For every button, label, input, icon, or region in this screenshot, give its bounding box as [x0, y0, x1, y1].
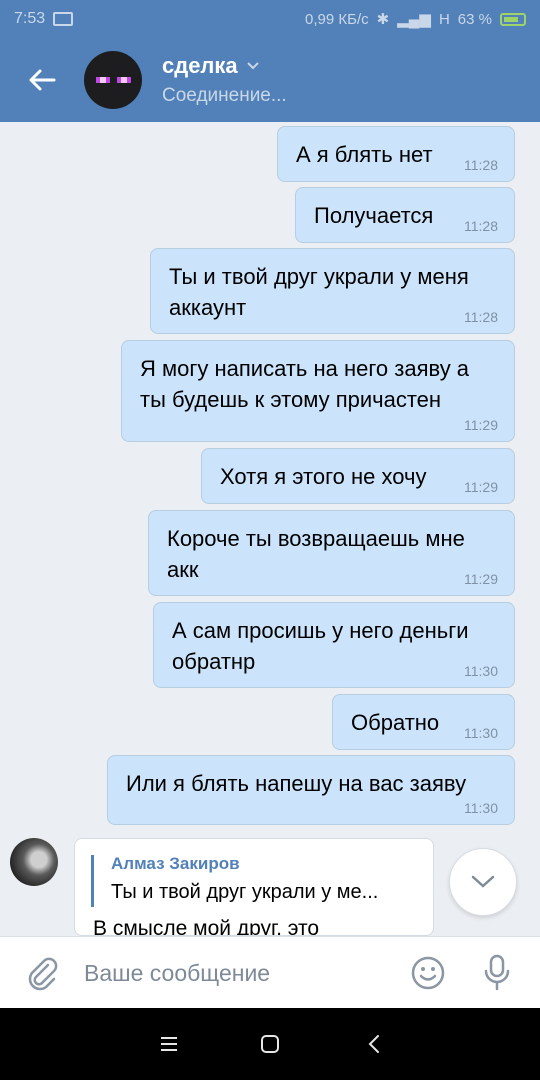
battery-percent: 63 %: [457, 10, 492, 28]
attach-icon: [28, 957, 58, 991]
emoji-icon: [411, 956, 445, 990]
attach-button[interactable]: [24, 955, 60, 996]
status-time: 7:53: [14, 10, 46, 27]
menu-icon: [161, 1037, 177, 1051]
network-type: H: [438, 10, 450, 28]
back-icon: [368, 1035, 379, 1053]
message-text: обратнр: [172, 649, 256, 674]
network-speed: 0,99 КБ/с: [305, 10, 369, 28]
bluetooth-icon: ✱: [376, 11, 390, 28]
microphone-icon: [484, 954, 510, 991]
message-bubble[interactable]: А я блять нет 11:28: [277, 126, 515, 182]
message-bubble[interactable]: Или я блять напешу на вас заяву 11:30: [107, 755, 515, 825]
home-icon: [261, 1035, 279, 1053]
status-bar: 7:53 0,99 КБ/с ✱ ▂▄▆ H 63 %: [0, 0, 540, 38]
message-bubble[interactable]: Короче ты возвращаешь мне акк 11:29: [148, 510, 515, 596]
signal-icon: ▂▄▆: [397, 11, 431, 28]
message-time: 11:30: [464, 663, 498, 679]
message-bubble[interactable]: Хотя я этого не хочу 11:29: [201, 448, 515, 504]
message-bubble[interactable]: Ты и твой друг украли у меня аккаунт 11:…: [150, 248, 515, 334]
message-text: акк: [167, 557, 199, 582]
message-time: 11:29: [464, 417, 498, 433]
message-time: 11:30: [464, 800, 498, 816]
message-time: 11:28: [464, 218, 498, 234]
menu-button[interactable]: [153, 1028, 185, 1060]
scroll-down-icon: [471, 875, 495, 888]
chat-title-block[interactable]: сделка Соединение...: [162, 53, 287, 107]
message-time: 11:28: [464, 309, 498, 325]
message-bubble[interactable]: Я могу написать на него заяву а ты будеш…: [121, 340, 515, 442]
message-text: Ты и твой друг украли у меня: [169, 264, 469, 289]
home-button[interactable]: [254, 1028, 286, 1060]
emoji-button[interactable]: [410, 955, 446, 996]
message-text: Я могу написать на него заяву а: [140, 356, 470, 381]
voice-message-button[interactable]: [482, 953, 512, 998]
chat-header: сделка Соединение...: [0, 38, 540, 122]
scroll-down-button[interactable]: [449, 848, 517, 916]
message-time: 11:30: [464, 725, 498, 741]
message-text: аккаунт: [169, 295, 247, 320]
chat-status: Соединение...: [162, 85, 287, 106]
message-text: Хотя я этого не хочу: [220, 464, 427, 489]
message-text: Короче ты возвращаешь мне: [167, 526, 465, 551]
back-arrow-icon: [29, 69, 56, 91]
message-time: 11:28: [464, 157, 498, 173]
message-text: А сам просишь у него деньги: [172, 618, 469, 643]
system-nav-bar: [0, 1008, 540, 1080]
sender-avatar[interactable]: [10, 838, 58, 886]
chat-title: сделка: [162, 53, 238, 78]
battery-icon: [500, 12, 526, 26]
message-composer: [0, 936, 540, 1008]
message-text: В смысле мой друг, это: [93, 917, 320, 936]
chevron-down-icon: [246, 62, 259, 70]
message-time: 11:29: [464, 571, 498, 587]
chat-avatar[interactable]: [84, 51, 142, 109]
message-time: 11:29: [464, 479, 498, 495]
message-bubble[interactable]: Обратно 11:30: [332, 694, 515, 750]
reply-author[interactable]: Алмаз Закиров: [111, 854, 240, 874]
reply-text: Ты и твой друг украли у ме...: [111, 881, 379, 903]
message-input[interactable]: [84, 951, 384, 995]
incoming-message-bubble[interactable]: Алмаз Закиров Ты и твой друг украли у ме…: [74, 838, 434, 936]
message-text: Или я блять напешу на вас заяву: [126, 771, 467, 796]
message-bubble[interactable]: Получается 11:28: [295, 187, 515, 243]
message-text: ты будешь к этому причастен: [140, 387, 442, 412]
reply-quote-bar: [91, 855, 94, 907]
image-notification-icon: [53, 12, 74, 26]
system-back-button[interactable]: [358, 1028, 390, 1060]
back-button[interactable]: [0, 38, 84, 122]
message-bubble[interactable]: А сам просишь у него деньги обратнр 11:3…: [153, 602, 515, 688]
